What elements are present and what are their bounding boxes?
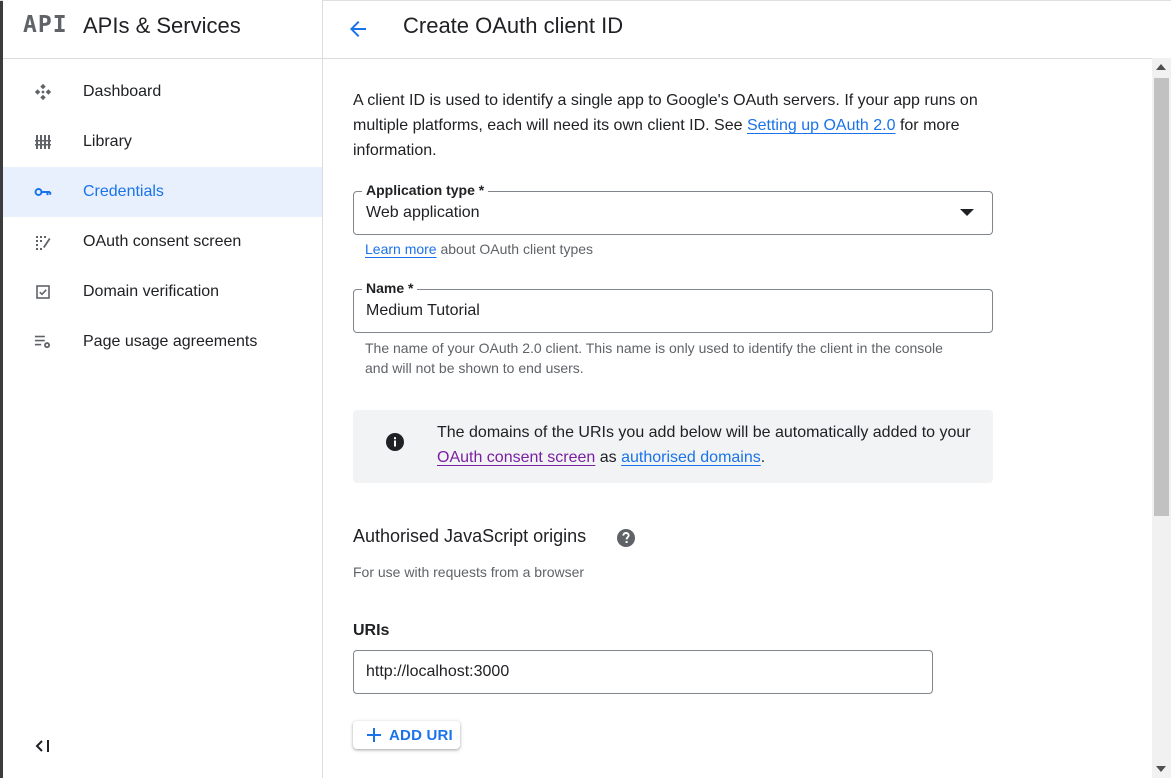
notice-text-part: as bbox=[595, 449, 622, 466]
sidebar-item-page-usage[interactable]: Page usage agreements bbox=[3, 317, 322, 367]
dropdown-arrow-icon bbox=[960, 209, 974, 216]
setting-up-oauth-link[interactable]: Setting up OAuth 2.0 bbox=[747, 117, 896, 134]
sidebar-item-label: Dashboard bbox=[83, 83, 162, 100]
back-arrow-icon[interactable] bbox=[343, 14, 373, 44]
name-value: Medium Tutorial bbox=[366, 302, 480, 319]
oauth-consent-screen-link[interactable]: OAuth consent screen bbox=[437, 449, 595, 466]
notice-text-part: The domains of the URIs you add below wi… bbox=[437, 424, 971, 441]
learn-more-link[interactable]: Learn more bbox=[365, 241, 437, 257]
dashboard-icon bbox=[34, 83, 52, 101]
sidebar-item-label: Library bbox=[83, 133, 132, 150]
scrollbar-thumb[interactable] bbox=[1154, 78, 1169, 516]
add-uri-label: ADD URI bbox=[389, 726, 453, 744]
notice-text-part: . bbox=[760, 449, 766, 466]
name-label: Name * bbox=[362, 280, 418, 296]
notice-text: The domains of the URIs you add below wi… bbox=[437, 420, 977, 470]
sidebar-item-library[interactable]: Library bbox=[3, 117, 322, 167]
collapse-icon[interactable] bbox=[34, 736, 54, 756]
library-icon bbox=[34, 133, 52, 151]
sidebar-item-oauth-consent[interactable]: OAuth consent screen bbox=[3, 217, 322, 267]
application-type-value: Web application bbox=[366, 204, 480, 221]
info-icon bbox=[386, 433, 404, 451]
consent-icon bbox=[34, 233, 52, 251]
sidebar-item-label: Page usage agreements bbox=[83, 333, 258, 350]
uri-value: http://localhost:3000 bbox=[366, 663, 510, 680]
scrollbar[interactable] bbox=[1152, 58, 1171, 778]
hint-text: about OAuth client types bbox=[436, 241, 594, 257]
page-header: Create OAuth client ID bbox=[323, 0, 1171, 59]
name-hint: The name of your OAuth 2.0 client. This … bbox=[365, 340, 943, 376]
settings-list-icon bbox=[34, 333, 52, 351]
scroll-down-icon[interactable] bbox=[1156, 766, 1166, 772]
scroll-up-icon[interactable] bbox=[1156, 64, 1166, 70]
authorised-domains-link[interactable]: authorised domains bbox=[621, 449, 761, 466]
sidebar: API APIs & Services Dashboard Library Cr… bbox=[3, 0, 323, 778]
sidebar-item-dashboard[interactable]: Dashboard bbox=[3, 67, 322, 117]
sidebar-item-domain-verification[interactable]: Domain verification bbox=[3, 267, 322, 317]
uris-label: URIs bbox=[353, 622, 390, 639]
sidebar-item-credentials[interactable]: Credentials bbox=[3, 167, 322, 217]
checkbox-icon bbox=[34, 283, 52, 301]
sidebar-item-label: Domain verification bbox=[83, 283, 220, 300]
add-uri-button[interactable]: ADD URI bbox=[353, 721, 460, 749]
key-icon bbox=[34, 183, 52, 201]
app-title: APIs & Services bbox=[83, 13, 241, 38]
application-type-select[interactable]: Application type * Web application bbox=[353, 182, 993, 235]
sidebar-item-label: OAuth consent screen bbox=[83, 233, 242, 250]
intro-text: A client ID is used to identify a single… bbox=[353, 88, 993, 163]
help-icon[interactable] bbox=[616, 528, 636, 548]
api-logo[interactable]: API bbox=[23, 12, 68, 38]
info-notice: The domains of the URIs you add below wi… bbox=[353, 410, 993, 483]
name-field[interactable]: Name * Medium Tutorial bbox=[353, 280, 993, 333]
plus-icon bbox=[366, 727, 382, 743]
sidebar-item-label: Credentials bbox=[83, 183, 164, 200]
application-type-label: Application type * bbox=[362, 182, 489, 198]
uri-input[interactable]: http://localhost:3000 bbox=[353, 650, 933, 694]
application-type-hint: Learn more about OAuth client types bbox=[365, 239, 593, 259]
js-origins-title: Authorised JavaScript origins bbox=[353, 526, 587, 546]
sidebar-header: API APIs & Services bbox=[3, 0, 322, 59]
page-title: Create OAuth client ID bbox=[403, 13, 624, 38]
js-origins-subtitle: For use with requests from a browser bbox=[353, 564, 585, 580]
